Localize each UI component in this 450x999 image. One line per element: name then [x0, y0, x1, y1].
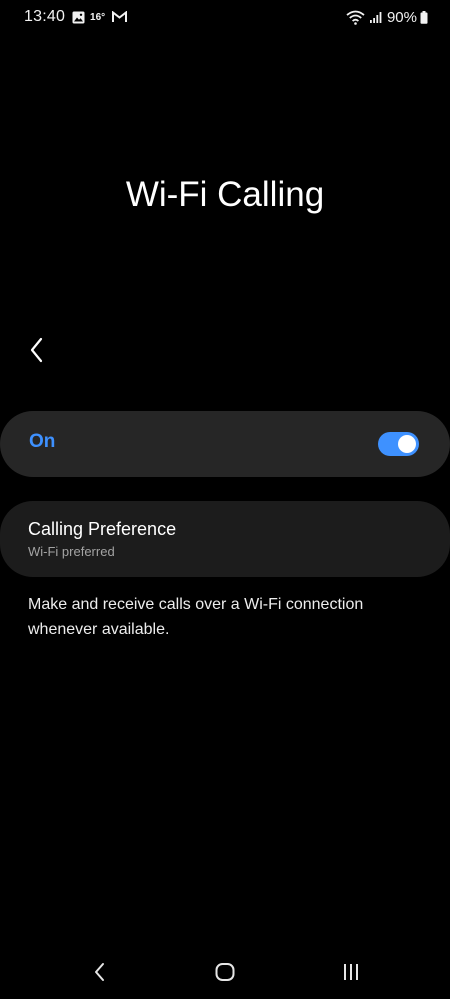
nav-home-button[interactable]	[205, 956, 245, 988]
status-left: 13:40 16°	[24, 7, 128, 27]
back-button[interactable]	[20, 333, 54, 367]
calling-preference-item[interactable]: Calling Preference Wi-Fi preferred	[0, 501, 450, 577]
gallery-icon	[72, 11, 85, 24]
toggle-state-label: On	[29, 431, 56, 452]
wifi-calling-toggle-row[interactable]: On	[0, 411, 450, 477]
chevron-left-icon	[30, 337, 43, 363]
status-time: 13:40	[24, 8, 66, 25]
status-bar: 13:40 16° 90%	[0, 0, 450, 34]
gmail-icon	[112, 11, 128, 23]
home-icon	[215, 963, 235, 981]
signal-icon	[369, 11, 382, 24]
status-temperature: 16°	[90, 11, 106, 23]
nav-recents-button[interactable]	[331, 956, 371, 988]
wifi-calling-description: Make and receive calls over a Wi-Fi conn…	[28, 596, 364, 638]
page-title: Wi-Fi Calling	[125, 175, 325, 214]
calling-preference-title: Calling Preference	[28, 519, 177, 539]
recents-icon	[344, 964, 358, 980]
back-icon	[95, 963, 104, 981]
calling-preference-value: Wi-Fi preferred	[28, 544, 115, 559]
nav-back-button[interactable]	[80, 956, 120, 988]
status-right: 90%	[339, 7, 428, 27]
battery-percentage: 90%	[386, 8, 417, 26]
wifi-icon	[346, 10, 365, 25]
battery-icon	[420, 10, 428, 24]
navigation-bar	[0, 944, 450, 999]
wifi-calling-switch[interactable]	[378, 432, 419, 456]
switch-knob	[398, 435, 416, 453]
